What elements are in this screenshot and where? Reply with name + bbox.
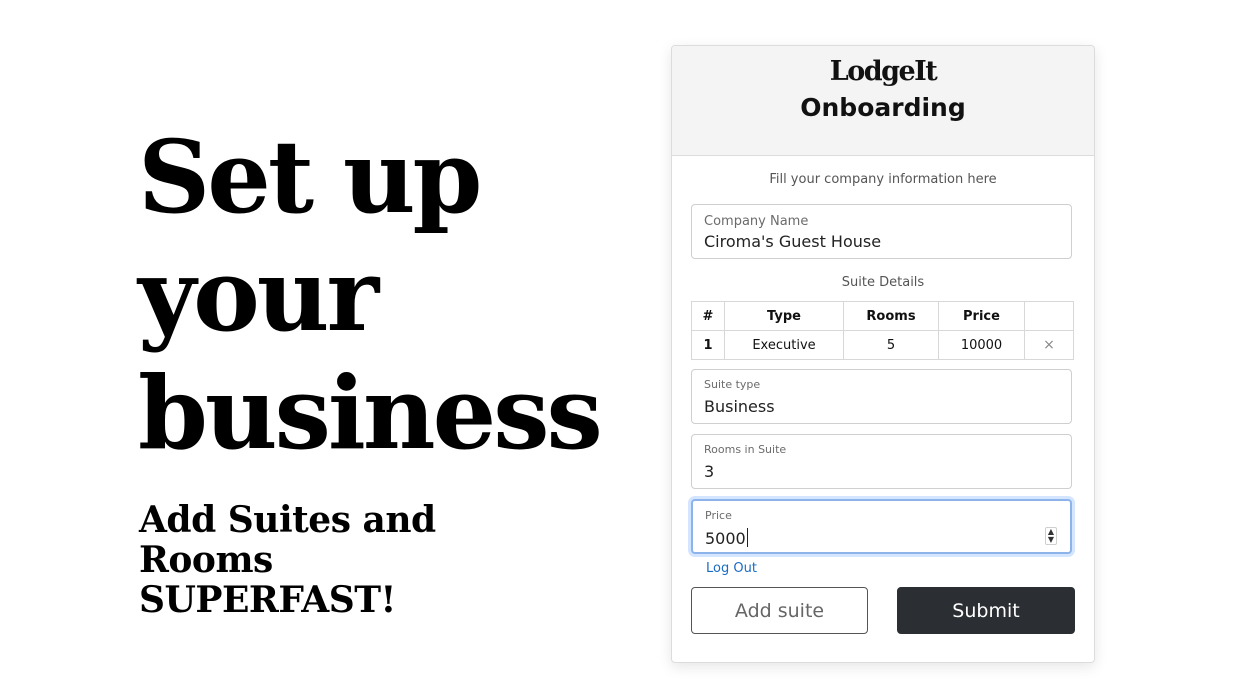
column-header-type: Type (724, 301, 844, 331)
hero-tagline: Add Suites and Rooms SUPERFAST! (139, 500, 579, 620)
rooms-in-suite-field[interactable]: Rooms in Suite 3 (691, 434, 1072, 489)
hero-line: business (138, 354, 603, 472)
row-rooms: 5 (843, 330, 939, 360)
row-type: Executive (724, 330, 844, 360)
suite-type-value: Business (704, 397, 775, 416)
company-name-label: Company Name (704, 214, 809, 229)
price-value-wrap: 5000 (705, 528, 748, 548)
rooms-in-suite-label: Rooms in Suite (704, 443, 787, 456)
tagline-line: SUPERFAST! (139, 579, 396, 621)
row-number: 1 (691, 330, 725, 360)
column-header-price: Price (938, 301, 1025, 331)
form-subtitle: Fill your company information here (769, 172, 997, 187)
table-row: 1 Executive 5 10000 × (691, 330, 1074, 360)
tagline-line: Add Suites and Rooms (139, 499, 436, 581)
price-value: 5000 (705, 529, 746, 548)
logout-link[interactable]: Log Out (706, 561, 757, 576)
company-name-field[interactable]: Company Name Ciroma's Guest House (691, 204, 1072, 259)
number-spinner-icon[interactable]: ▲ ▼ (1045, 527, 1057, 545)
add-suite-button[interactable]: Add suite (691, 587, 868, 634)
card-header: LodgeIt Onboarding (672, 46, 1094, 156)
row-price: 10000 (938, 330, 1025, 360)
rooms-in-suite-value: 3 (704, 462, 715, 481)
brand-logo: LodgeIt (829, 56, 938, 87)
close-icon[interactable]: × (1043, 337, 1055, 353)
price-label: Price (705, 509, 732, 522)
column-header-rooms: Rooms (843, 301, 939, 331)
text-caret (746, 528, 748, 547)
suite-details-label: Suite Details (841, 275, 925, 290)
hero-heading: Set up your business (138, 118, 608, 472)
table-header-row: # Type Rooms Price (691, 301, 1074, 331)
hero-line: your (138, 236, 379, 354)
row-actions-cell: × (1024, 330, 1074, 360)
price-field[interactable]: Price 5000 ▲ ▼ (691, 499, 1072, 554)
suite-type-field[interactable]: Suite type Business (691, 369, 1072, 424)
submit-button[interactable]: Submit (897, 587, 1075, 634)
onboarding-card: LodgeIt Onboarding Fill your company inf… (671, 45, 1095, 663)
column-header-number: # (691, 301, 725, 331)
suite-type-label: Suite type (704, 378, 761, 391)
column-header-actions (1024, 301, 1074, 331)
company-name-value: Ciroma's Guest House (704, 232, 882, 251)
suites-table: # Type Rooms Price 1 Executive 5 10000 × (691, 301, 1074, 360)
hero-line: Set up (138, 118, 482, 236)
page-title: Onboarding (800, 93, 966, 122)
